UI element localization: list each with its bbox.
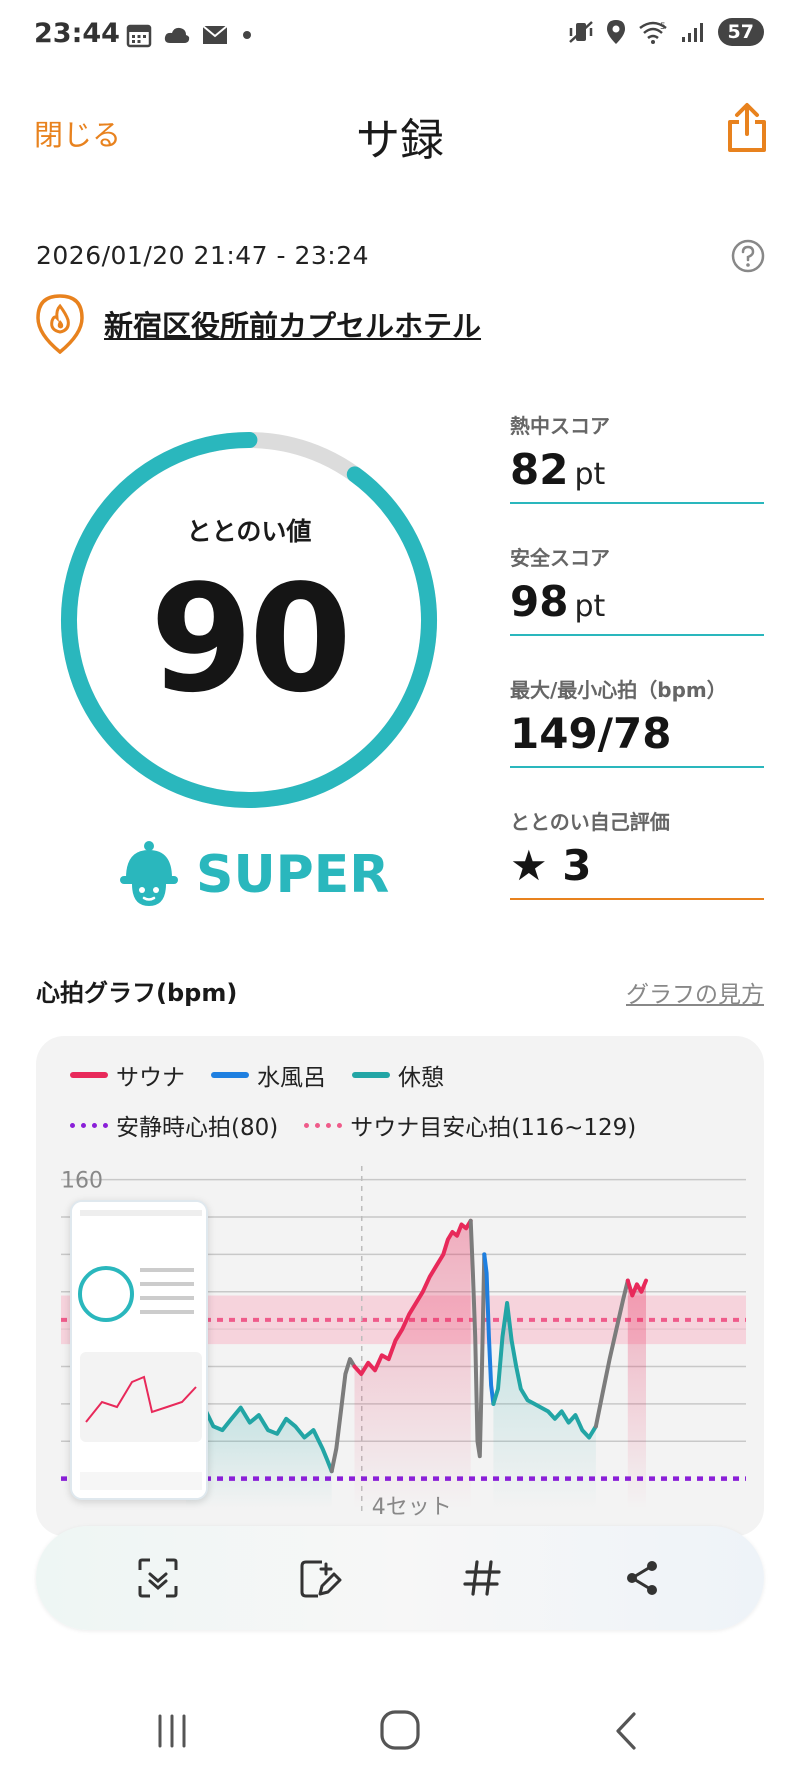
wifi-icon: 5	[638, 21, 667, 44]
metric-heart-rate: 最大/最小心拍（bpm） 149/78	[510, 674, 764, 768]
rank-label: SUPER	[196, 845, 390, 905]
status-system-icons: 5 57	[568, 18, 764, 46]
back-icon[interactable]	[596, 1706, 656, 1756]
metric-label: 熱中スコア	[510, 414, 610, 438]
edit-button[interactable]	[294, 1552, 346, 1604]
hashtag-icon	[463, 1560, 501, 1596]
status-bar: 23:44 5 57	[0, 0, 800, 72]
metric-value: 98 pt	[510, 577, 606, 626]
rank-badge: SUPER	[118, 840, 389, 910]
metric-value: 82 pt	[510, 445, 606, 494]
facility-name: 新宿区役所前カプセルホテル	[104, 309, 482, 343]
status-time: 23:44	[34, 18, 120, 49]
recent-apps-icon[interactable]	[142, 1706, 202, 1756]
totonoi-label: ととのい値	[186, 517, 312, 546]
location-icon	[606, 20, 625, 44]
edit-icon	[300, 1560, 342, 1598]
smart-select-button[interactable]	[132, 1552, 184, 1604]
hashtag-button[interactable]	[456, 1552, 508, 1604]
y-tick-label: 160	[61, 1169, 103, 1194]
session-datetime: 2026/01/20 21:47 - 23:24	[36, 241, 370, 270]
calendar-icon	[126, 24, 152, 48]
thumbnail-preview-image	[72, 1202, 206, 1498]
metric-heat-score: 熱中スコア 82 pt	[510, 410, 764, 504]
cloud-icon	[164, 27, 190, 43]
export-share-icon[interactable]	[724, 102, 770, 154]
help-icon[interactable]	[730, 238, 766, 274]
sauna-fire-pin-icon	[36, 294, 84, 354]
sauna-hat-mascot-icon	[120, 841, 178, 906]
floating-toolbar	[36, 1526, 764, 1630]
system-nav-bar	[0, 1680, 800, 1778]
metric-label: 安全スコア	[510, 546, 610, 570]
dot-icon	[243, 31, 251, 39]
metric-label: 最大/最小心拍（bpm）	[510, 678, 727, 702]
signal-icon	[681, 23, 703, 42]
metric-label: ととのい自己評価	[510, 810, 670, 834]
neutral-line	[329, 1357, 357, 1474]
metric-value: 149/78	[510, 709, 672, 758]
page-title: サ録	[356, 115, 444, 166]
screenshot-thumbnail[interactable]	[70, 1200, 208, 1500]
svg-text:5: 5	[660, 22, 666, 32]
battery-level: 57	[717, 18, 764, 46]
scan-icon	[138, 1558, 178, 1598]
share-button[interactable]	[616, 1552, 668, 1604]
sauna-area	[627, 1280, 646, 1509]
metric-safety-score: 安全スコア 98 pt	[510, 542, 764, 636]
home-icon[interactable]	[370, 1706, 430, 1756]
header: 閉じる サ録	[0, 90, 800, 170]
graph-title: 心拍グラフ(bpm)	[36, 979, 238, 1007]
share-icon	[627, 1561, 657, 1595]
status-notification-icons	[126, 22, 254, 48]
totonoi-value: 90	[150, 553, 352, 725]
metric-value: ★ 3	[510, 841, 592, 890]
mute-vibrate-icon	[568, 21, 593, 43]
facility-link[interactable]: 新宿区役所前カプセルホテル	[36, 294, 481, 354]
graph-help-link[interactable]: グラフの見方	[626, 975, 764, 1009]
mail-icon	[202, 25, 228, 44]
metric-self-rating[interactable]: ととのい自己評価 ★ 3	[510, 806, 764, 900]
